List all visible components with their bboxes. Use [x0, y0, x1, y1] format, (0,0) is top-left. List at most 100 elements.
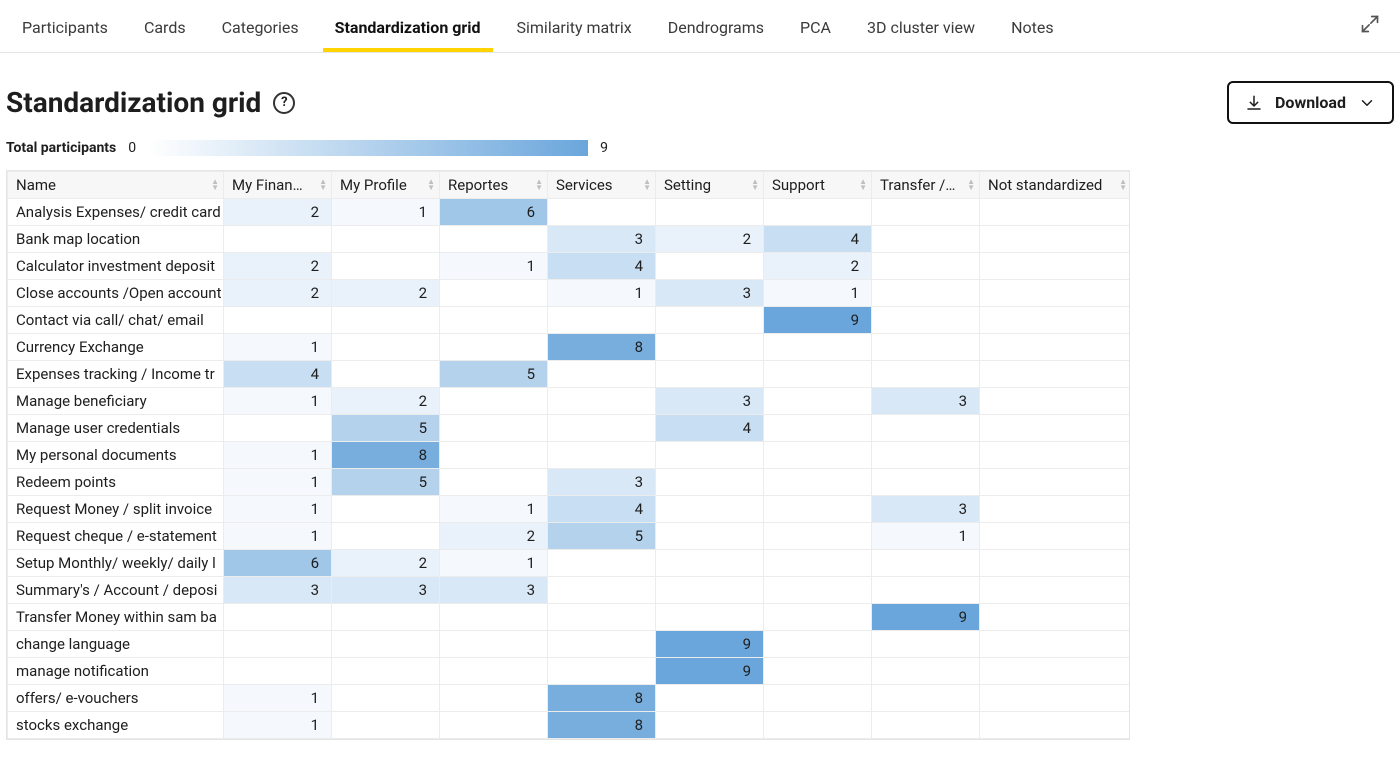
- row-name-cell: Redeem points: [8, 469, 224, 496]
- grid-cell: 3: [656, 388, 764, 415]
- sort-icon[interactable]: ▲▼: [967, 179, 975, 191]
- column-header[interactable]: Not standardized▲▼: [980, 172, 1131, 199]
- table-row: Expenses tracking / Income tr45: [8, 361, 1131, 388]
- grid-cell: [656, 712, 764, 739]
- table-row: stocks exchange18: [8, 712, 1131, 739]
- help-icon[interactable]: ?: [273, 92, 295, 114]
- tab-standardization-grid[interactable]: Standardization grid: [317, 2, 499, 51]
- tab-pca[interactable]: PCA: [782, 2, 849, 51]
- grid-cell: 1: [224, 388, 332, 415]
- row-name-cell: Setup Monthly/ weekly/ daily l: [8, 550, 224, 577]
- grid-cell: [548, 199, 656, 226]
- tab-3d-cluster-view[interactable]: 3D cluster view: [849, 2, 993, 51]
- grid-cell: [764, 199, 872, 226]
- download-button[interactable]: Download: [1227, 81, 1394, 124]
- grid-cell: [656, 307, 764, 334]
- grid-cell: [332, 226, 440, 253]
- row-name-cell: Transfer Money within sam ba: [8, 604, 224, 631]
- sort-icon[interactable]: ▲▼: [859, 179, 867, 191]
- grid-cell: 1: [224, 496, 332, 523]
- grid-cell: [548, 577, 656, 604]
- table-row: Request cheque / e-statement1251: [8, 523, 1131, 550]
- sort-icon[interactable]: ▲▼: [643, 179, 651, 191]
- grid-cell: 5: [332, 469, 440, 496]
- grid-cell: [656, 442, 764, 469]
- grid-container: Name▲▼My Finan…▲▼My Profile▲▼Reportes▲▼S…: [6, 170, 1130, 740]
- grid-cell: [656, 334, 764, 361]
- table-row: change language9: [8, 631, 1131, 658]
- grid-cell: [332, 253, 440, 280]
- grid-cell: [332, 712, 440, 739]
- legend-gradient: [148, 140, 588, 156]
- sort-icon[interactable]: ▲▼: [211, 179, 219, 191]
- grid-cell: 5: [440, 361, 548, 388]
- row-name-cell: My personal documents: [8, 442, 224, 469]
- tab-dendrograms[interactable]: Dendrograms: [650, 2, 782, 51]
- grid-cell: [980, 307, 1131, 334]
- tab-participants[interactable]: Participants: [4, 2, 126, 51]
- column-header[interactable]: Name▲▼: [8, 172, 224, 199]
- grid-cell: [548, 550, 656, 577]
- tab-notes[interactable]: Notes: [993, 2, 1072, 51]
- grid-cell: [548, 307, 656, 334]
- grid-cell: [872, 442, 980, 469]
- column-header[interactable]: Transfer /…▲▼: [872, 172, 980, 199]
- grid-cell: [764, 469, 872, 496]
- column-header[interactable]: Services▲▼: [548, 172, 656, 199]
- column-header[interactable]: My Profile▲▼: [332, 172, 440, 199]
- column-header[interactable]: Support▲▼: [764, 172, 872, 199]
- column-header[interactable]: My Finan…▲▼: [224, 172, 332, 199]
- grid-cell: [980, 604, 1131, 631]
- grid-cell: 3: [656, 280, 764, 307]
- grid-cell: 4: [764, 226, 872, 253]
- sort-icon[interactable]: ▲▼: [427, 179, 435, 191]
- column-header[interactable]: Reportes▲▼: [440, 172, 548, 199]
- grid-cell: [440, 280, 548, 307]
- grid-cell: 8: [548, 712, 656, 739]
- grid-cell: 1: [224, 523, 332, 550]
- grid-cell: 5: [332, 415, 440, 442]
- grid-cell: [548, 415, 656, 442]
- grid-cell: [764, 361, 872, 388]
- row-name-cell: Request cheque / e-statement: [8, 523, 224, 550]
- column-header[interactable]: Setting▲▼: [656, 172, 764, 199]
- row-name-cell: Analysis Expenses/ credit card: [8, 199, 224, 226]
- sort-icon[interactable]: ▲▼: [1119, 179, 1127, 191]
- grid-cell: 1: [764, 280, 872, 307]
- grid-cell: [332, 631, 440, 658]
- grid-cell: [656, 469, 764, 496]
- grid-cell: [224, 415, 332, 442]
- sort-icon[interactable]: ▲▼: [535, 179, 543, 191]
- grid-cell: [440, 442, 548, 469]
- tab-categories[interactable]: Categories: [204, 2, 317, 51]
- expand-icon[interactable]: [1344, 0, 1396, 52]
- sort-icon[interactable]: ▲▼: [319, 179, 327, 191]
- row-name-cell: Bank map location: [8, 226, 224, 253]
- grid-cell: [872, 253, 980, 280]
- grid-cell: [980, 280, 1131, 307]
- grid-cell: 1: [440, 550, 548, 577]
- grid-cell: [548, 388, 656, 415]
- grid-cell: [980, 253, 1131, 280]
- grid-cell: [332, 496, 440, 523]
- row-name-cell: change language: [8, 631, 224, 658]
- sort-icon[interactable]: ▲▼: [751, 179, 759, 191]
- grid-cell: [764, 658, 872, 685]
- grid-cell: 6: [224, 550, 332, 577]
- grid-cell: [872, 685, 980, 712]
- grid-cell: [332, 307, 440, 334]
- grid-cell: [656, 550, 764, 577]
- grid-cell: [656, 523, 764, 550]
- grid-cell: [440, 334, 548, 361]
- grid-cell: [224, 631, 332, 658]
- grid-cell: [224, 604, 332, 631]
- grid-cell: [980, 685, 1131, 712]
- grid-cell: 1: [224, 442, 332, 469]
- grid-cell: 2: [224, 280, 332, 307]
- grid-cell: [440, 604, 548, 631]
- grid-cell: [980, 469, 1131, 496]
- tab-similarity-matrix[interactable]: Similarity matrix: [499, 2, 650, 51]
- row-name-cell: Currency Exchange: [8, 334, 224, 361]
- tab-cards[interactable]: Cards: [126, 2, 204, 51]
- grid-cell: 4: [656, 415, 764, 442]
